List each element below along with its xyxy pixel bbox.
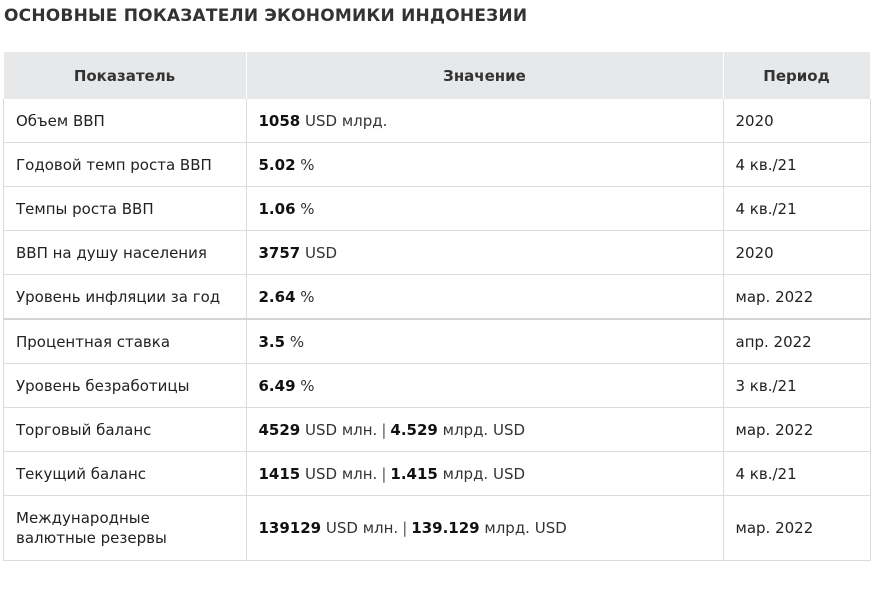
value-unit: %: [300, 155, 315, 174]
value-number: 2.64: [258, 287, 296, 306]
table-header-row: Показатель Значение Период: [3, 52, 871, 99]
value-separator: |: [402, 519, 408, 537]
indicator-name: Годовой темп роста ВВП: [3, 142, 247, 187]
value-unit: USD млн.: [325, 519, 399, 537]
column-header-indicator: Показатель: [3, 52, 247, 99]
table-row: Темпы роста ВВП 1.06 % 4 кв./21: [3, 186, 871, 231]
value-unit: USD млн.: [305, 464, 378, 483]
value-number: 4529: [258, 420, 301, 439]
indicator-name: Процентная ставка: [3, 318, 247, 364]
indicator-name: Текущий баланс: [3, 451, 247, 496]
indicator-value: 139129 USD млн. | 139.129 млрд. USD: [246, 495, 724, 561]
value-number: 5.02: [258, 155, 296, 174]
value-number: 139129: [258, 519, 322, 537]
column-header-period: Период: [723, 52, 871, 99]
economic-indicators-table: Показатель Значение Период Объем ВВП 1058…: [3, 52, 871, 561]
indicator-period: 2020: [723, 99, 871, 143]
value-unit: %: [289, 332, 305, 351]
value-number: 6.49: [258, 376, 296, 395]
indicator-value: 3757 USD: [246, 230, 724, 275]
indicator-name: Уровень безработицы: [3, 363, 247, 408]
indicator-value: 5.02 %: [246, 142, 724, 187]
indicator-period: мар. 2022: [723, 407, 871, 452]
value-unit: USD: [305, 243, 338, 262]
value-unit: USD млн.: [305, 420, 378, 439]
indicator-value: 1058 USD млрд.: [246, 99, 724, 143]
value-number: 1058: [258, 111, 301, 130]
indicator-name: ВВП на душу населения: [3, 230, 247, 275]
indicator-period: 3 кв./21: [723, 363, 871, 408]
table-row: Годовой темп роста ВВП 5.02 % 4 кв./21: [3, 142, 871, 187]
indicator-period: 4 кв./21: [723, 451, 871, 496]
value-unit-alt: млрд. USD: [442, 464, 526, 483]
value-number: 1.06: [258, 199, 296, 218]
value-number-alt: 1.415: [390, 464, 438, 483]
indicator-value: 6.49 %: [246, 363, 724, 408]
indicator-period: мар. 2022: [723, 495, 871, 561]
indicator-value: 4529 USD млн. | 4.529 млрд. USD: [246, 407, 724, 452]
indicator-value: 2.64 %: [246, 274, 724, 320]
indicator-name: Торговый баланс: [3, 407, 247, 452]
table-row: Уровень безработицы 6.49 % 3 кв./21: [3, 363, 871, 408]
table-row: Международные валютные резервы 139129 USD…: [3, 495, 871, 561]
table-row: Текущий баланс 1415 USD млн. | 1.415 млрд. …: [3, 451, 871, 496]
value-unit: USD млрд.: [305, 111, 388, 130]
indicator-name: Темпы роста ВВП: [3, 186, 247, 231]
value-separator: |: [381, 420, 387, 439]
value-unit: %: [300, 199, 315, 218]
table-row: Процентная ставка 3.5 % апр. 2022: [3, 318, 871, 364]
table-row: Объем ВВП 1058 USD млрд. 2020: [3, 99, 871, 143]
indicator-name: Объем ВВП: [3, 99, 247, 143]
indicator-value: 1.06 %: [246, 186, 724, 231]
indicator-period: 4 кв./21: [723, 142, 871, 187]
indicator-period: 2020: [723, 230, 871, 275]
value-number: 3757: [258, 243, 301, 262]
page-title: ОСНОВНЫЕ ПОКАЗАТЕЛИ ЭКОНОМИКИ ИНДОНЕЗИИ: [4, 6, 528, 26]
value-separator: |: [381, 464, 387, 483]
indicator-value: 1415 USD млн. | 1.415 млрд. USD: [246, 451, 724, 496]
indicator-period: апр. 2022: [723, 318, 871, 364]
value-number: 3.5: [258, 332, 286, 351]
value-unit-alt: млрд. USD: [484, 519, 567, 537]
value-unit-alt: млрд. USD: [442, 420, 526, 439]
value-number-alt: 4.529: [390, 420, 438, 439]
indicator-name: Международные валютные резервы: [3, 495, 247, 561]
table-row: Торговый баланс 4529 USD млн. | 4.529 млрд.…: [3, 407, 871, 452]
value-unit: %: [300, 287, 315, 306]
indicator-name: Уровень инфляции за год: [3, 274, 247, 320]
value-number: 1415: [258, 464, 301, 483]
indicator-value: 3.5 %: [246, 318, 724, 364]
value-unit: %: [300, 376, 315, 395]
indicator-period: мар. 2022: [723, 274, 871, 320]
indicator-period: 4 кв./21: [723, 186, 871, 231]
value-number-alt: 139.129: [411, 519, 480, 537]
column-header-value: Значение: [246, 52, 724, 99]
table-row: Уровень инфляции за год 2.64 % мар. 2022: [3, 274, 871, 320]
table-row: ВВП на душу населения 3757 USD 2020: [3, 230, 871, 275]
